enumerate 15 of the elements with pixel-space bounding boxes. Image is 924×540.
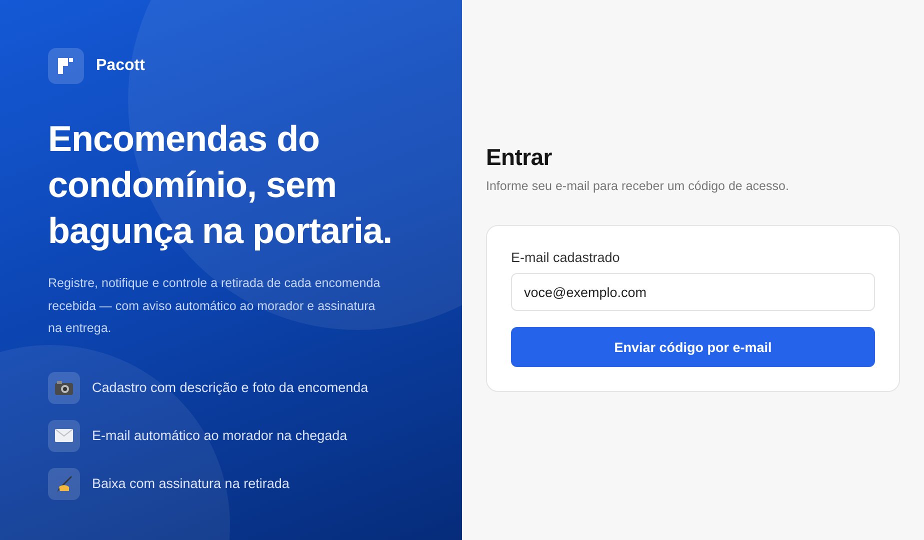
email-field[interactable]: voce@exemplo.com <box>511 273 875 311</box>
login-title: Entrar <box>486 144 553 171</box>
headline: Encomendas do condomínio, sem bagunça na portaria. <box>48 117 394 253</box>
send-code-button[interactable]: Enviar código por e-mail <box>511 327 875 367</box>
writing-hand-icon <box>55 474 73 492</box>
logo-icon <box>48 48 84 84</box>
camera-icon <box>55 380 73 394</box>
description: Registre, notifique e controle a retirada de cada encomenda recebida — com aviso automático ao morador e assinatura na entrega. <box>48 275 382 337</box>
feature-text: Baixa com assinatura na retirada <box>92 476 290 491</box>
feature-text: Cadastro com descrição e foto da encomenda <box>92 380 368 395</box>
envelope-icon <box>55 429 73 442</box>
email-label: E-mail cadastrado <box>511 250 621 265</box>
feature-text: E-mail automático ao morador na chegada <box>92 428 348 443</box>
brand-name: Pacott <box>96 57 145 75</box>
login-subtitle: Informe seu e-mail para receber um código de acesso. <box>486 179 790 193</box>
